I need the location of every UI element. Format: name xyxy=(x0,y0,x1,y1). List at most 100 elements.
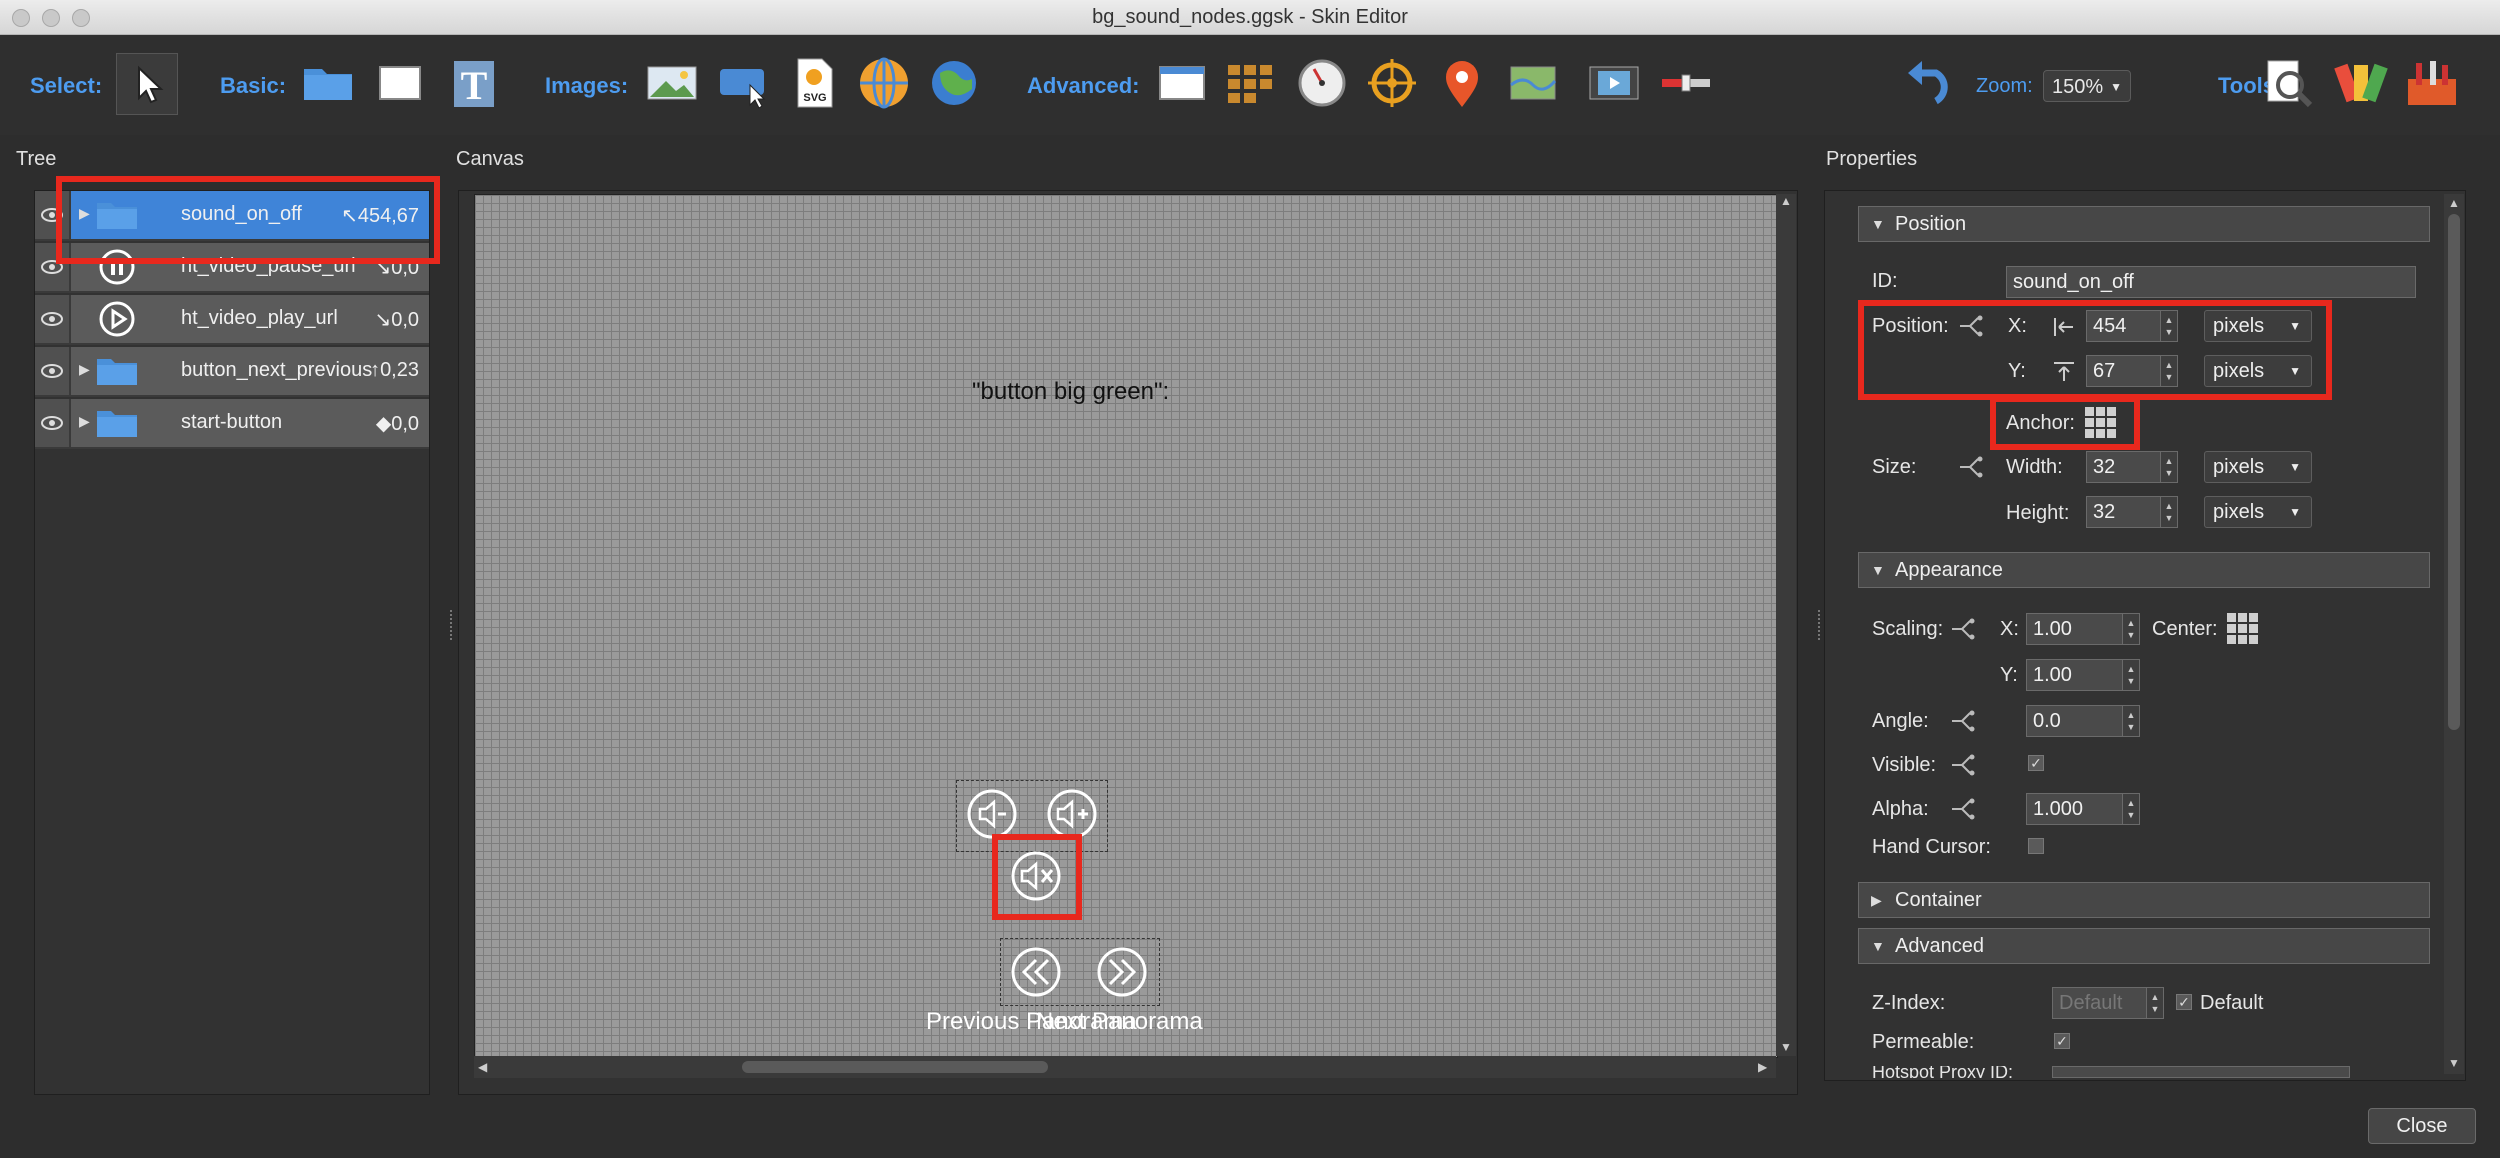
scroll-right-icon[interactable]: ▶ xyxy=(1758,1060,1767,1074)
appearance-section-header[interactable]: ▼ Appearance xyxy=(1858,552,2430,588)
folder-tool-button[interactable] xyxy=(300,55,356,111)
scroll-down-icon[interactable]: ▼ xyxy=(1780,1040,1792,1054)
link-icon[interactable] xyxy=(1948,709,1976,733)
scroll-left-icon[interactable]: ◀ xyxy=(478,1060,487,1074)
video-tool-button[interactable] xyxy=(1586,55,1642,111)
scroll-thumb[interactable] xyxy=(2448,214,2460,730)
hand-cursor-label: Hand Cursor: xyxy=(1872,836,1991,858)
canvas-caption: "button big green": xyxy=(972,378,1170,405)
folder-icon xyxy=(97,411,137,437)
expand-arrow-icon[interactable]: ▶ xyxy=(79,361,90,378)
svg-tool-button[interactable]: SVG xyxy=(786,55,842,111)
window-element-tool-button[interactable] xyxy=(1154,55,1210,111)
image-tool-button[interactable] xyxy=(644,55,700,111)
tools-button[interactable] xyxy=(2404,55,2460,111)
properties-panel-title: Properties xyxy=(1826,148,1918,170)
container-section-header[interactable]: ▶ Container xyxy=(1858,882,2430,918)
height-unit-select[interactable]: pixels ▼ xyxy=(2204,496,2312,528)
spinner[interactable]: ▲ ▼ xyxy=(2160,452,2177,482)
globe-icon xyxy=(860,57,908,109)
link-icon[interactable] xyxy=(1948,797,1976,821)
scale-y-field[interactable]: 1.00 ▲ ▼ xyxy=(2026,659,2140,691)
compass-tool-button[interactable] xyxy=(1364,55,1420,111)
spinner[interactable]: ▲ ▼ xyxy=(2122,614,2139,644)
highlight-box-tree xyxy=(56,176,440,264)
link-icon[interactable] xyxy=(1948,617,1976,641)
rectangle-tool-button[interactable] xyxy=(372,55,428,111)
center-grid-icon[interactable] xyxy=(2226,612,2260,646)
spinner[interactable]: ▲ ▼ xyxy=(2122,794,2139,824)
map-tool-button[interactable] xyxy=(1505,55,1561,111)
zindex-label: Z-Index: xyxy=(1872,992,1946,1014)
width-unit-select[interactable]: pixels ▼ xyxy=(2204,451,2312,483)
position-section-header[interactable]: ▼ Position xyxy=(1858,206,2430,242)
slider-tool-button[interactable] xyxy=(1658,55,1714,111)
eye-icon[interactable] xyxy=(35,399,71,447)
color-tool-button[interactable] xyxy=(2332,55,2388,111)
volume-up-icon[interactable] xyxy=(1046,788,1098,840)
mute-icon[interactable] xyxy=(1010,850,1062,902)
expand-arrow-icon[interactable]: ▶ xyxy=(79,413,90,430)
map-pin-tool-button[interactable] xyxy=(1434,55,1490,111)
chevron-down-icon: ▼ xyxy=(2110,80,2122,94)
splitter-handle[interactable] xyxy=(450,610,456,640)
tree-row[interactable]: ht_video_play_url ↘0,0 xyxy=(35,295,429,345)
permeable-checkbox[interactable]: ✓ xyxy=(2054,1033,2070,1049)
spinner[interactable]: ▲ ▼ xyxy=(2122,706,2139,736)
cloner-tool-button[interactable] xyxy=(1222,55,1278,111)
pointer-icon xyxy=(138,65,164,104)
center-label: Center: xyxy=(2152,618,2218,640)
spinner[interactable]: ▲ ▼ xyxy=(2160,497,2177,527)
close-button[interactable]: Close xyxy=(2368,1108,2476,1144)
text-icon: T xyxy=(454,61,494,108)
find-tool-button[interactable] xyxy=(2260,55,2316,111)
angle-label: Angle: xyxy=(1872,710,1929,732)
scroll-down-icon[interactable]: ▼ xyxy=(2448,1056,2460,1070)
hand-cursor-checkbox[interactable] xyxy=(2028,838,2044,854)
scroll-thumb[interactable] xyxy=(742,1061,1048,1073)
basic-label: Basic: xyxy=(220,73,287,98)
undo-icon xyxy=(1908,61,1948,105)
volume-down-icon[interactable] xyxy=(966,788,1018,840)
angle-field[interactable]: 0.0 ▲ ▼ xyxy=(2026,705,2140,737)
text-tool-button[interactable]: T xyxy=(446,55,502,111)
zoom-select[interactable]: 150% ▼ xyxy=(2043,70,2131,102)
tree-row[interactable]: ▶ button_next_previous ↑0,23 xyxy=(35,347,429,397)
window-icon xyxy=(1159,66,1205,100)
zindex-default-checkbox[interactable]: ✓ xyxy=(2176,994,2192,1010)
next-panorama-icon[interactable] xyxy=(1096,946,1148,998)
panorama-tool-button[interactable] xyxy=(856,55,912,111)
alpha-field[interactable]: 1.000 ▲ ▼ xyxy=(2026,793,2140,825)
previous-panorama-icon[interactable] xyxy=(1010,946,1062,998)
map-globe-tool-button[interactable] xyxy=(926,55,982,111)
undo-button[interactable] xyxy=(1898,55,1954,111)
link-icon[interactable] xyxy=(1956,455,1984,479)
scroll-up-icon[interactable]: ▲ xyxy=(1780,194,1792,208)
canvas-area[interactable] xyxy=(474,194,1778,1058)
visible-checkbox[interactable]: ✓ xyxy=(2028,755,2044,771)
link-icon[interactable] xyxy=(1948,753,1976,777)
tree-item-label: ht_video_play_url xyxy=(181,307,338,329)
properties-scrollbar[interactable]: ▲ ▼ xyxy=(2444,194,2464,1074)
advanced-label: Advanced: xyxy=(1027,73,1140,98)
magnifier-icon xyxy=(2267,60,2313,108)
width-field[interactable]: 32 ▲ ▼ xyxy=(2086,451,2178,483)
eye-icon[interactable] xyxy=(35,347,71,395)
scroll-up-icon[interactable]: ▲ xyxy=(2448,196,2460,210)
eye-icon[interactable] xyxy=(35,295,71,343)
id-field[interactable]: sound_on_off xyxy=(2006,266,2416,298)
select-tool-button[interactable] xyxy=(116,53,178,115)
hotspot-field[interactable] xyxy=(2052,1066,2350,1078)
canvas-horizontal-scrollbar[interactable]: ◀ ▶ xyxy=(474,1056,1776,1078)
title-bar: bg_sound_nodes.ggsk - Skin Editor xyxy=(0,0,2500,35)
scale-x-field[interactable]: 1.00 ▲ ▼ xyxy=(2026,613,2140,645)
rotation-tool-button[interactable] xyxy=(1294,55,1350,111)
spinner[interactable]: ▲ ▼ xyxy=(2122,660,2139,690)
toolbox-icon xyxy=(2408,61,2456,105)
canvas-vertical-scrollbar[interactable]: ▲ ▼ xyxy=(1776,194,1796,1056)
height-field[interactable]: 32 ▲ ▼ xyxy=(2086,496,2178,528)
advanced-section-header[interactable]: ▼ Advanced xyxy=(1858,928,2430,964)
button-image-tool-button[interactable] xyxy=(716,55,772,111)
tree-panel: ▶ sound_on_off ↖454,67 ht_video_pause_ur… xyxy=(34,190,430,1095)
tree-row[interactable]: ▶ start-button ◆0,0 xyxy=(35,399,429,449)
